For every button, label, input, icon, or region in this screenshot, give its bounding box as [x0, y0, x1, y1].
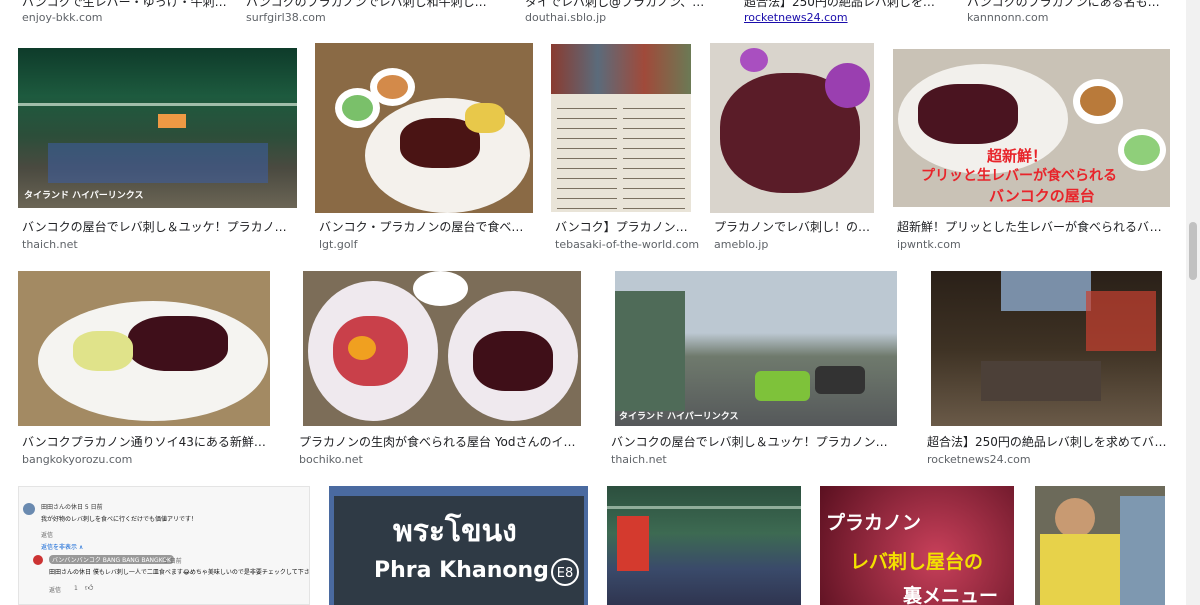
result-thumbnail[interactable] [931, 271, 1162, 426]
watermark-text: タイランド ハイパーリンクス [619, 412, 739, 422]
result-title[interactable]: バンコク・プラカノンの屋台で食べれ… [319, 219, 529, 235]
avatar [23, 503, 35, 515]
result-thumbnail[interactable] [315, 43, 533, 213]
result-source: bochiko.net [299, 453, 363, 466]
result-source[interactable]: rocketnews24.com [744, 11, 848, 25]
result-thumbnail[interactable]: タイランド ハイパーリンクス [18, 48, 297, 208]
result-title[interactable]: バンコクのプラカノンにある名もな… [967, 0, 1167, 10]
scrollbar-thumb[interactable] [1189, 222, 1197, 280]
channel-badge: バンバンバンコク BANG BANG BANGKOK [49, 555, 174, 564]
overlay-text-line: プリッと生レバーが食べられる [921, 168, 1117, 184]
result-title[interactable]: 超合法】250円の絶品レバ刺しを求め… [744, 0, 939, 10]
result-title[interactable]: バンコクの屋台でレバ刺し＆ユッケ！プラカノン… [22, 219, 292, 235]
comment-text: 田田さんの休日 僕もレバ刺し一人で二皿食べます😂めちゃ美味しいので是非要チェック… [49, 569, 309, 576]
overlay-text-line: バンコクの屋台 [989, 187, 1095, 205]
result-thumbnail[interactable] [551, 44, 691, 212]
result-source: bangkokyorozu.com [22, 453, 133, 466]
result-title[interactable]: バンコクのプラカノンでレバ刺し和牛刺しが食べ… [246, 0, 494, 10]
overlay-text-line: レバ刺し屋台の [850, 551, 984, 573]
result-thumbnail[interactable] [710, 43, 874, 213]
result-thumbnail[interactable] [303, 271, 581, 426]
result-title[interactable]: プラカノンの生肉が食べられる屋台 Yodさんのイサー… [299, 434, 587, 450]
hide-replies: 返信を非表示 ∧ [41, 544, 84, 551]
avatar [33, 555, 43, 565]
result-source: lgt.golf [319, 238, 358, 251]
result-title[interactable]: バンコク】プラカノン… [555, 219, 695, 235]
result-thumbnail[interactable]: 超新鮮！ プリッと生レバーが食べられる バンコクの屋台 [893, 49, 1170, 207]
thumbs-up-icon: 👍︎ [85, 583, 94, 592]
result-source: enjoy-bkk.com [22, 11, 103, 24]
result-thumbnail[interactable]: タイランド ハイパーリンクス [615, 271, 897, 426]
result-thumbnail[interactable] [18, 271, 270, 426]
result-source: ameblo.jp [714, 238, 769, 251]
result-thumbnail-comment[interactable]: 田田さんの休日 5 日前 我が好物のレバ刺しを食べに行くだけでも価値アリです！ … [18, 486, 310, 605]
watermark-text: タイランド ハイパーリンクス [24, 191, 144, 201]
overlay-text-line: 裏メニュー [903, 585, 999, 605]
result-title[interactable]: 超合法】250円の絶品レバ刺しを求めてバン… [927, 434, 1167, 450]
result-title[interactable]: タイでレバ刺し@プラカノン、ヒラ… [525, 0, 715, 10]
result-source: surfgirl38.com [246, 11, 326, 24]
result-source: rocketnews24.com [927, 453, 1031, 466]
result-thumbnail[interactable]: プラカノン レバ刺し屋台の 裏メニュー [820, 486, 1014, 605]
result-title[interactable]: バンコクで生レバー・ゆっけ・牛刺… [22, 0, 230, 10]
result-thumbnail[interactable] [607, 486, 801, 605]
result-thumbnail[interactable] [1035, 486, 1165, 605]
result-title[interactable]: バンコクの屋台でレバ刺し＆ユッケ！プラカノン「ラ… [611, 434, 899, 450]
result-source: tebasaki-of-the-world.com [555, 238, 700, 251]
vertical-scrollbar[interactable] [1186, 0, 1200, 605]
station-code: E8 [551, 558, 579, 586]
result-source: thaich.net [22, 238, 78, 251]
result-source: kannnonn.com [967, 11, 1049, 24]
result-title[interactable]: 超新鮮！プリッとした生レバーが食べられるバン… [897, 219, 1165, 235]
result-source: douthai.sblo.jp [525, 11, 607, 24]
sign-latin-text: Phra Khanong [374, 558, 549, 583]
comment-text: 我が好物のレバ刺しを食べに行くだけでも価値アリです！ [41, 516, 198, 523]
result-thumbnail[interactable]: พระโขนง Phra Khanong E8 [329, 486, 588, 605]
result-title[interactable]: プラカノンでレバ刺し！の… [714, 219, 874, 235]
result-source: ipwntk.com [897, 238, 961, 251]
result-title[interactable]: バンコクプラカノン通りソイ43にある新鮮なレ… [22, 434, 272, 450]
comment-time: 5 日前 [164, 558, 182, 565]
overlay-text-line: プラカノン [826, 512, 922, 534]
reply-label: 返信 [49, 587, 62, 594]
like-count: 1 [74, 585, 78, 592]
sign-thai-text: พระโขนง [393, 514, 517, 549]
reply-label: 返信 [41, 532, 54, 539]
result-source: thaich.net [611, 453, 667, 466]
comment-user: 田田さんの休日 5 日前 [41, 504, 103, 511]
overlay-text-line: 超新鮮！ [987, 147, 1048, 165]
